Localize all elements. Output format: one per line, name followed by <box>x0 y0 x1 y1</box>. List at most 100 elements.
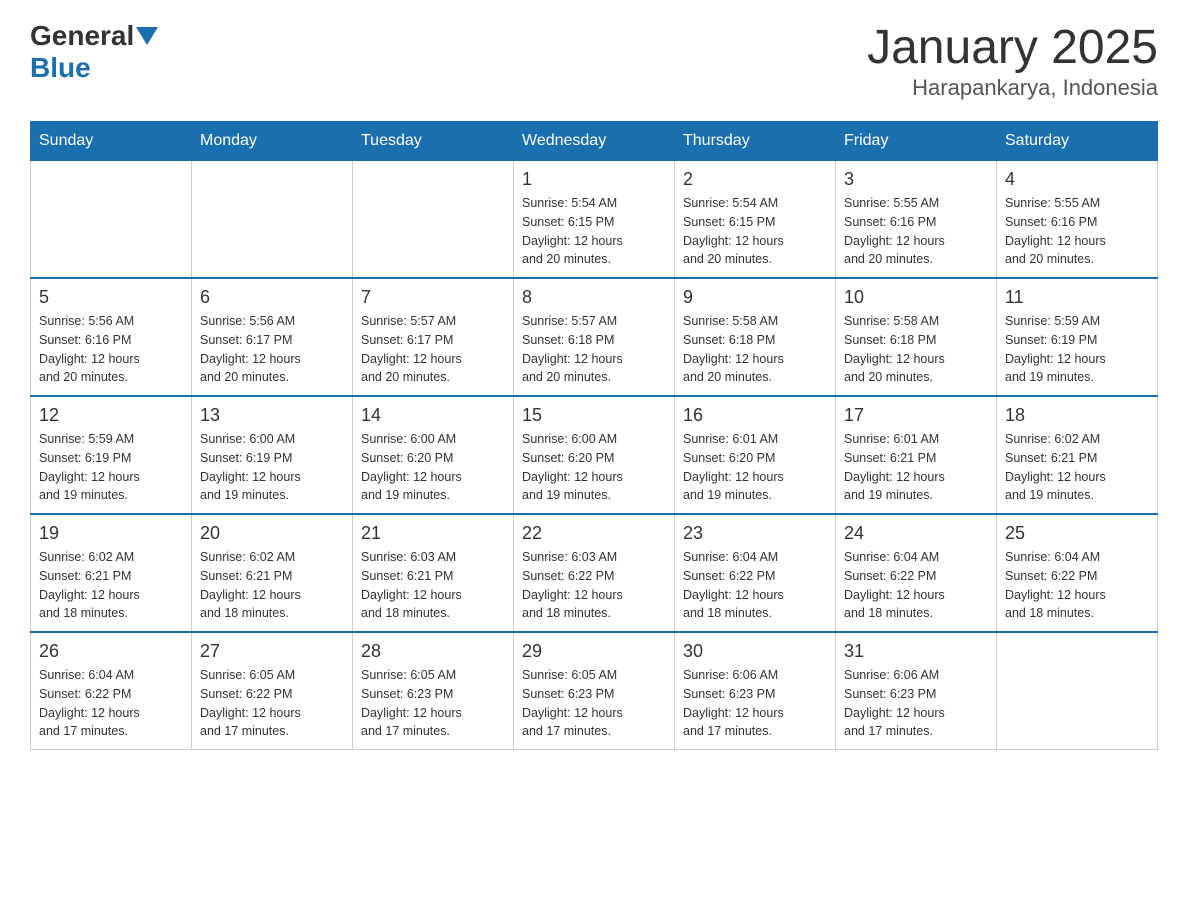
day-number: 25 <box>1005 523 1149 544</box>
calendar-day-cell: 30 Sunrise: 6:06 AM Sunset: 6:23 PM Dayli… <box>675 632 836 750</box>
calendar-day-cell: 29 Sunrise: 6:05 AM Sunset: 6:23 PM Dayli… <box>514 632 675 750</box>
calendar-day-cell: 28Sunrise: 6:05 AM Sunset: 6:23 PM Dayli… <box>353 632 514 750</box>
day-info: Sunrise: 6:06 AM Sunset: 6:23 PM Dayligh… <box>683 666 827 741</box>
calendar-week-row: 1 Sunrise: 5:54 AM Sunset: 6:15 PM Daylig… <box>31 161 1158 279</box>
day-info: Sunrise: 5:59 AM Sunset: 6:19 PM Dayligh… <box>39 430 183 505</box>
day-number: 30 <box>683 641 827 662</box>
day-number: 15 <box>522 405 666 426</box>
day-info: Sunrise: 6:01 AM Sunset: 6:20 PM Dayligh… <box>683 430 827 505</box>
calendar-day-cell: 16 Sunrise: 6:01 AM Sunset: 6:20 PM Dayli… <box>675 396 836 514</box>
calendar-day-cell: 26 Sunrise: 6:04 AM Sunset: 6:22 PM Dayli… <box>31 632 192 750</box>
day-info: Sunrise: 5:55 AM Sunset: 6:16 PM Dayligh… <box>844 194 988 269</box>
day-info: Sunrise: 5:54 AM Sunset: 6:15 PM Dayligh… <box>683 194 827 269</box>
day-info: Sunrise: 5:54 AM Sunset: 6:15 PM Dayligh… <box>522 194 666 269</box>
day-number: 12 <box>39 405 183 426</box>
calendar-day-cell: 11 Sunrise: 5:59 AM Sunset: 6:19 PM Dayli… <box>997 278 1158 396</box>
day-info: Sunrise: 6:00 AM Sunset: 6:20 PM Dayligh… <box>522 430 666 505</box>
day-info: Sunrise: 6:05 AM Sunset: 6:22 PM Dayligh… <box>200 666 344 741</box>
day-number: 8 <box>522 287 666 308</box>
day-header-saturday: Saturday <box>997 122 1158 161</box>
logo-general: General <box>30 20 134 52</box>
calendar-day-cell: 19Sunrise: 6:02 AM Sunset: 6:21 PM Dayli… <box>31 514 192 632</box>
day-header-monday: Monday <box>192 122 353 161</box>
day-number: 1 <box>522 169 666 190</box>
calendar-day-cell: 8 Sunrise: 5:57 AM Sunset: 6:18 PM Daylig… <box>514 278 675 396</box>
logo-triangle-icon <box>136 27 158 49</box>
day-number: 18 <box>1005 405 1149 426</box>
calendar-week-row: 19 Sunrise: 6:02 AM Sunset: 6:21 PM Dayli… <box>31 514 1158 632</box>
page-title: January 2025 <box>867 20 1158 75</box>
day-number: 2 <box>683 169 827 190</box>
day-info: Sunrise: 5:56 AM Sunset: 6:17 PM Dayligh… <box>200 312 344 387</box>
day-number: 23 <box>683 523 827 544</box>
calendar-header-row: SundayMondayTuesdayWednesdayThursdayFrid… <box>31 122 1158 161</box>
calendar-day-cell: 9 Sunrise: 5:58 AM Sunset: 6:18 PM Daylig… <box>675 278 836 396</box>
day-info: Sunrise: 6:03 AM Sunset: 6:21 PM Dayligh… <box>361 548 505 623</box>
page-header: General Blue January 2025 Harapankarya, … <box>30 20 1158 101</box>
day-info: Sunrise: 6:02 AM Sunset: 6:21 PM Dayligh… <box>200 548 344 623</box>
calendar-day-cell: 12 Sunrise: 5:59 AM Sunset: 6:19 PM Dayli… <box>31 396 192 514</box>
calendar-day-cell: 14 Sunrise: 6:00 AM Sunset: 6:20 PM Dayli… <box>353 396 514 514</box>
day-number: 20 <box>200 523 344 544</box>
calendar-week-row: 5Sunrise: 5:56 AM Sunset: 6:16 PM Daylig… <box>31 278 1158 396</box>
day-number: 22 <box>522 523 666 544</box>
day-number: 14 <box>361 405 505 426</box>
calendar-week-row: 12 Sunrise: 5:59 AM Sunset: 6:19 PM Dayli… <box>31 396 1158 514</box>
calendar-day-cell: 1 Sunrise: 5:54 AM Sunset: 6:15 PM Daylig… <box>514 161 675 279</box>
day-number: 6 <box>200 287 344 308</box>
day-info: Sunrise: 5:59 AM Sunset: 6:19 PM Dayligh… <box>1005 312 1149 387</box>
calendar-day-cell: 10 Sunrise: 5:58 AM Sunset: 6:18 PM Dayli… <box>836 278 997 396</box>
calendar-week-row: 26 Sunrise: 6:04 AM Sunset: 6:22 PM Dayli… <box>31 632 1158 750</box>
day-number: 10 <box>844 287 988 308</box>
calendar-day-cell: 22 Sunrise: 6:03 AM Sunset: 6:22 PM Dayli… <box>514 514 675 632</box>
day-header-tuesday: Tuesday <box>353 122 514 161</box>
day-info: Sunrise: 5:58 AM Sunset: 6:18 PM Dayligh… <box>683 312 827 387</box>
day-number: 26 <box>39 641 183 662</box>
day-info: Sunrise: 5:57 AM Sunset: 6:18 PM Dayligh… <box>522 312 666 387</box>
day-number: 16 <box>683 405 827 426</box>
day-number: 19 <box>39 523 183 544</box>
calendar-day-cell: 27 Sunrise: 6:05 AM Sunset: 6:22 PM Dayli… <box>192 632 353 750</box>
day-header-sunday: Sunday <box>31 122 192 161</box>
day-info: Sunrise: 6:02 AM Sunset: 6:21 PM Dayligh… <box>1005 430 1149 505</box>
calendar-day-cell: 3Sunrise: 5:55 AM Sunset: 6:16 PM Daylig… <box>836 161 997 279</box>
day-number: 7 <box>361 287 505 308</box>
day-number: 27 <box>200 641 344 662</box>
page-subtitle: Harapankarya, Indonesia <box>867 75 1158 101</box>
day-number: 9 <box>683 287 827 308</box>
calendar-table: SundayMondayTuesdayWednesdayThursdayFrid… <box>30 121 1158 750</box>
day-info: Sunrise: 6:05 AM Sunset: 6:23 PM Dayligh… <box>522 666 666 741</box>
calendar-day-cell: 24 Sunrise: 6:04 AM Sunset: 6:22 PM Dayli… <box>836 514 997 632</box>
calendar-day-cell: 6 Sunrise: 5:56 AM Sunset: 6:17 PM Daylig… <box>192 278 353 396</box>
day-info: Sunrise: 6:03 AM Sunset: 6:22 PM Dayligh… <box>522 548 666 623</box>
day-header-wednesday: Wednesday <box>514 122 675 161</box>
calendar-day-cell: 7Sunrise: 5:57 AM Sunset: 6:17 PM Daylig… <box>353 278 514 396</box>
day-number: 29 <box>522 641 666 662</box>
day-info: Sunrise: 6:00 AM Sunset: 6:20 PM Dayligh… <box>361 430 505 505</box>
day-info: Sunrise: 5:58 AM Sunset: 6:18 PM Dayligh… <box>844 312 988 387</box>
day-number: 21 <box>361 523 505 544</box>
day-number: 24 <box>844 523 988 544</box>
day-info: Sunrise: 6:04 AM Sunset: 6:22 PM Dayligh… <box>844 548 988 623</box>
calendar-day-cell: 15 Sunrise: 6:00 AM Sunset: 6:20 PM Dayli… <box>514 396 675 514</box>
day-info: Sunrise: 6:05 AM Sunset: 6:23 PM Dayligh… <box>361 666 505 741</box>
day-number: 17 <box>844 405 988 426</box>
day-info: Sunrise: 6:01 AM Sunset: 6:21 PM Dayligh… <box>844 430 988 505</box>
day-number: 11 <box>1005 287 1149 308</box>
logo: General Blue <box>30 20 158 84</box>
calendar-day-cell <box>353 161 514 279</box>
calendar-day-cell: 18 Sunrise: 6:02 AM Sunset: 6:21 PM Dayli… <box>997 396 1158 514</box>
logo-blue: Blue <box>30 52 158 84</box>
calendar-day-cell: 20 Sunrise: 6:02 AM Sunset: 6:21 PM Dayli… <box>192 514 353 632</box>
day-number: 5 <box>39 287 183 308</box>
calendar-day-cell <box>31 161 192 279</box>
day-number: 4 <box>1005 169 1149 190</box>
calendar-day-cell: 4Sunrise: 5:55 AM Sunset: 6:16 PM Daylig… <box>997 161 1158 279</box>
day-info: Sunrise: 6:04 AM Sunset: 6:22 PM Dayligh… <box>683 548 827 623</box>
calendar-day-cell: 5Sunrise: 5:56 AM Sunset: 6:16 PM Daylig… <box>31 278 192 396</box>
day-info: Sunrise: 6:04 AM Sunset: 6:22 PM Dayligh… <box>39 666 183 741</box>
day-info: Sunrise: 6:06 AM Sunset: 6:23 PM Dayligh… <box>844 666 988 741</box>
day-number: 13 <box>200 405 344 426</box>
day-header-thursday: Thursday <box>675 122 836 161</box>
calendar-day-cell: 2 Sunrise: 5:54 AM Sunset: 6:15 PM Daylig… <box>675 161 836 279</box>
